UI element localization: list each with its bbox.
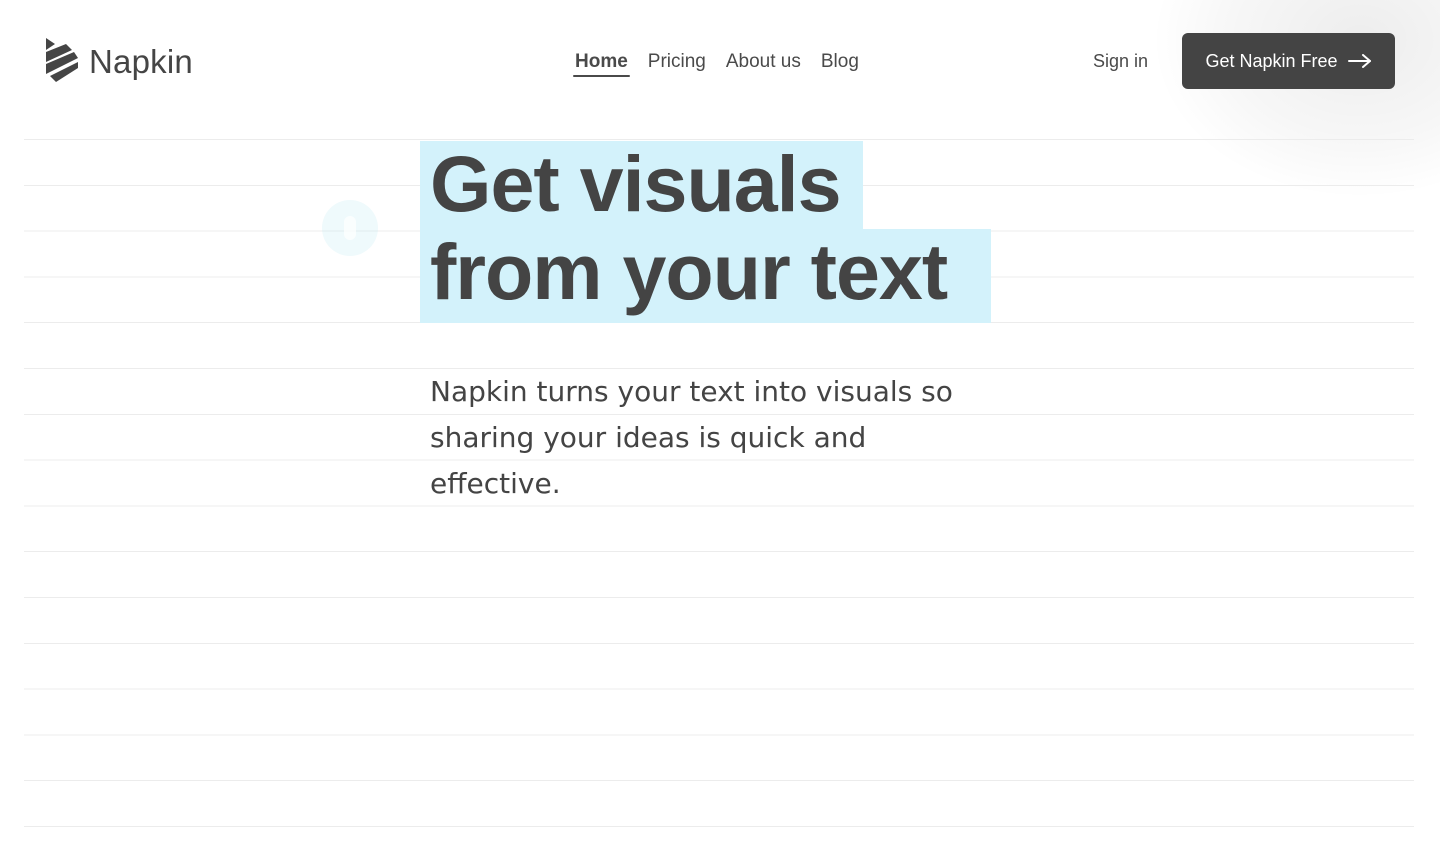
sign-in-link[interactable]: Sign in [1093,49,1148,73]
background-glow [1150,0,1440,200]
faint-decoration [322,200,378,256]
get-napkin-free-button[interactable]: Get Napkin Free [1182,33,1395,89]
nav-item-about-us[interactable]: About us [726,50,801,74]
hero-title: Get visuals from your text [430,139,948,316]
napkin-logo-icon [44,38,80,84]
page: Napkin Home Pricing About us Blog Sign i… [0,0,1440,862]
nav-item-home[interactable]: Home [573,50,630,77]
hero-subtitle: Napkin turns your text into visuals so s… [430,375,953,500]
nav-item-pricing[interactable]: Pricing [648,50,706,74]
hero-title-line-2: from your text [430,227,948,316]
hero-title-line-1: Get visuals [430,139,842,228]
arrow-right-icon [1347,54,1372,68]
brand-name: Napkin [89,42,193,80]
logo-link[interactable]: Napkin [44,38,193,84]
cta-label: Get Napkin Free [1205,50,1338,71]
nav-item-blog[interactable]: Blog [821,50,859,74]
main-nav: Home Pricing About us Blog [573,50,879,77]
